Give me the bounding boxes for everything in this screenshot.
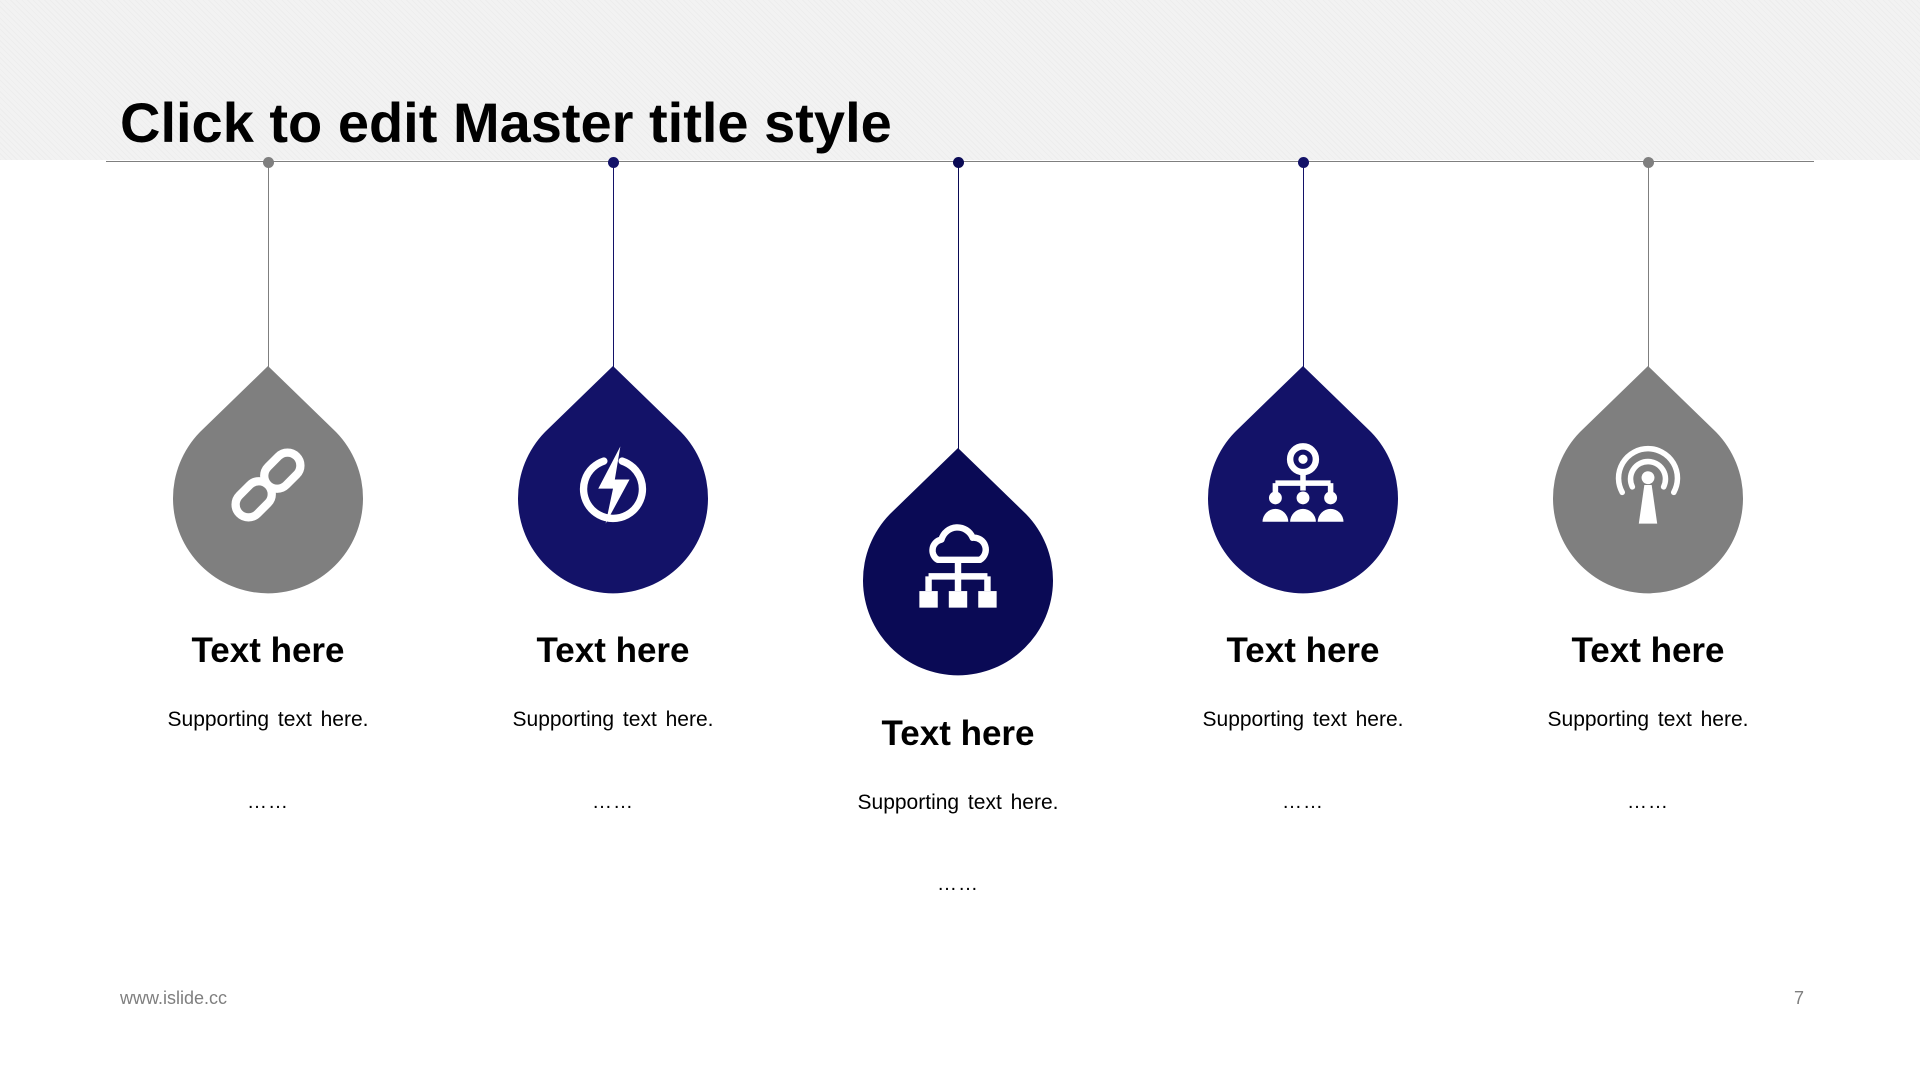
item-description[interactable]: Supporting text here. <box>440 706 786 734</box>
broadcast-antenna-icon <box>1615 445 1681 524</box>
team-hierarchy-icon <box>1262 443 1344 522</box>
item-heading[interactable]: Text here <box>1130 629 1476 673</box>
item-more-text[interactable]: …… <box>1130 789 1476 815</box>
item-description[interactable]: Supporting text here. <box>785 789 1131 817</box>
item-description[interactable]: Supporting text here. <box>1475 706 1821 734</box>
timeline-item-3: Text here Supporting text here. …… <box>785 0 1131 1080</box>
timeline-item-2: Text here Supporting text here. …… <box>440 0 786 1080</box>
item-heading[interactable]: Text here <box>95 629 441 673</box>
item-more-text[interactable]: …… <box>785 871 1131 897</box>
item-more-text[interactable]: …… <box>440 789 786 815</box>
item-more-text[interactable]: …… <box>95 789 441 815</box>
connector-line <box>613 162 614 368</box>
lightning-icon <box>579 446 647 524</box>
connector-line <box>1303 162 1304 368</box>
item-description[interactable]: Supporting text here. <box>1130 706 1476 734</box>
item-heading[interactable]: Text here <box>440 629 786 673</box>
connector-line <box>958 162 959 450</box>
connector-line <box>268 162 269 368</box>
item-more-text[interactable]: …… <box>1475 789 1821 815</box>
connector-line <box>1648 162 1649 368</box>
timeline-item-4: Text here Supporting text here. …… <box>1130 0 1476 1080</box>
page-number: 7 <box>1793 988 1804 1008</box>
item-description[interactable]: Supporting text here. <box>95 706 441 734</box>
cloud-network-icon <box>919 524 997 608</box>
item-heading[interactable]: Text here <box>785 712 1131 756</box>
item-heading[interactable]: Text here <box>1475 629 1821 673</box>
timeline-item-5: Text here Supporting text here. …… <box>1475 0 1821 1080</box>
footer-url: www.islide.cc <box>120 988 228 1008</box>
timeline-item-1: Text here Supporting text here. …… <box>95 0 441 1080</box>
link-icon <box>231 448 305 522</box>
